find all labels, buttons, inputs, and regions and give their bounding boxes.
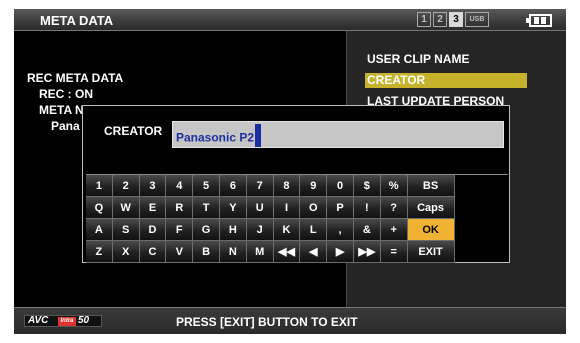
battery-icon xyxy=(526,14,552,27)
1-key[interactable]: 1 xyxy=(86,175,113,197)
u-key[interactable]: U xyxy=(246,197,274,219)
n-key[interactable]: N xyxy=(219,241,247,263)
on-screen-keyboard: 1 2 3 4 5 6 7 8 9 0 $% BS Q W E R T Y U I O P!? Caps A S D F G H J K L,… xyxy=(86,174,508,263)
l-key[interactable]: L xyxy=(300,219,328,241)
exit-key[interactable]: EXIT xyxy=(407,241,455,263)
0-key[interactable]: 0 xyxy=(327,175,354,197)
9-key[interactable]: 9 xyxy=(300,175,328,197)
5-key[interactable]: 5 xyxy=(193,175,220,197)
8-key[interactable]: 8 xyxy=(273,175,301,197)
b-key[interactable]: B xyxy=(193,241,220,263)
keyboard-row: 1 2 3 4 5 6 7 8 9 0 $% BS xyxy=(86,175,508,197)
k-key[interactable]: K xyxy=(273,219,301,241)
forward-key[interactable]: ▶▶ xyxy=(353,241,381,263)
x-key[interactable]: X xyxy=(112,241,140,263)
avc-logo-text: AVC xyxy=(28,315,49,326)
h-key[interactable]: H xyxy=(219,219,247,241)
f-key[interactable]: F xyxy=(166,219,194,241)
title-bar: META DATA 1 2 3 USB xyxy=(14,9,566,31)
w-key[interactable]: W xyxy=(112,197,140,219)
7-key[interactable]: 7 xyxy=(246,175,274,197)
page-title: META DATA xyxy=(40,13,114,28)
q-key[interactable]: Q xyxy=(86,197,113,219)
y-key[interactable]: Y xyxy=(219,197,247,219)
keyboard-row: Q W E R T Y U I O P!? Caps xyxy=(86,197,508,219)
creator-input-value: Panasonic P2 xyxy=(176,130,255,145)
d-key[interactable]: D xyxy=(139,219,167,241)
slot-3-indicator: 3 xyxy=(449,12,463,27)
comma-key[interactable]: , xyxy=(327,219,354,241)
text-cursor xyxy=(255,124,262,147)
creator-input-field[interactable]: Panasonic P2 xyxy=(172,121,504,148)
card-slot-indicators: 1 2 3 USB xyxy=(417,12,489,27)
rec-status: REC : ON xyxy=(39,87,93,101)
status-message: PRESS [EXIT] BUTTON TO EXIT xyxy=(176,315,358,329)
status-bar: AVC Intra 50 PRESS [EXIT] BUTTON TO EXIT xyxy=(14,307,566,334)
question-key[interactable]: ? xyxy=(380,197,408,219)
bs-key[interactable]: BS xyxy=(407,175,455,197)
dollar-key[interactable]: $ xyxy=(353,175,381,197)
s-key[interactable]: S xyxy=(112,219,140,241)
g-key[interactable]: G xyxy=(193,219,220,241)
e-key[interactable]: E xyxy=(139,197,167,219)
keyboard-row: Z X C V B N M ◀◀ ◀ ▶ ▶▶ = EXIT xyxy=(86,241,508,263)
rewind-key[interactable]: ◀◀ xyxy=(273,241,301,263)
creator-input-dialog: CREATOR Panasonic P2 1 2 3 4 5 6 7 8 9 0 $% BS Q W E R T… xyxy=(82,105,510,263)
r-key[interactable]: R xyxy=(166,197,194,219)
3-key[interactable]: 3 xyxy=(139,175,167,197)
battery-level-bar xyxy=(541,17,546,24)
menu-item-creator[interactable]: CREATOR xyxy=(365,73,527,88)
j-key[interactable]: J xyxy=(246,219,274,241)
m-key[interactable]: M xyxy=(246,241,274,263)
rec-meta-heading: REC META DATA xyxy=(27,71,124,85)
plus-key[interactable]: + xyxy=(380,219,408,241)
2-key[interactable]: 2 xyxy=(112,175,140,197)
percent-key[interactable]: % xyxy=(380,175,408,197)
4-key[interactable]: 4 xyxy=(166,175,194,197)
keyboard-row: A S D F G H J K L, & + OK xyxy=(86,219,508,241)
c-key[interactable]: C xyxy=(139,241,167,263)
bitrate-logo-text: 50 xyxy=(78,315,90,326)
slot-1-indicator: 1 xyxy=(417,12,431,27)
z-key[interactable]: Z xyxy=(86,241,113,263)
battery-level-bar xyxy=(534,17,539,24)
a-key[interactable]: A xyxy=(86,219,113,241)
creator-label: CREATOR xyxy=(104,124,163,138)
left-key[interactable]: ◀ xyxy=(300,241,328,263)
avc-intra-logo: AVC Intra 50 xyxy=(24,315,102,327)
right-key[interactable]: ▶ xyxy=(327,241,354,263)
v-key[interactable]: V xyxy=(166,241,194,263)
slot-2-indicator: 2 xyxy=(433,12,447,27)
meta-name-value: Pana xyxy=(51,119,80,133)
6-key[interactable]: 6 xyxy=(219,175,247,197)
i-key[interactable]: I xyxy=(273,197,301,219)
battery-terminal xyxy=(526,18,530,23)
usb-indicator: USB xyxy=(465,12,489,27)
exclamation-key[interactable]: ! xyxy=(353,197,381,219)
o-key[interactable]: O xyxy=(300,197,328,219)
t-key[interactable]: T xyxy=(193,197,220,219)
ampersand-key[interactable]: & xyxy=(353,219,381,241)
equals-key[interactable]: = xyxy=(380,241,408,263)
intra-logo-text: Intra xyxy=(58,317,76,326)
caps-key[interactable]: Caps xyxy=(407,197,455,219)
menu-item-user-clip-name[interactable]: USER CLIP NAME xyxy=(365,52,527,67)
ok-key[interactable]: OK xyxy=(407,219,455,241)
p-key[interactable]: P xyxy=(327,197,354,219)
